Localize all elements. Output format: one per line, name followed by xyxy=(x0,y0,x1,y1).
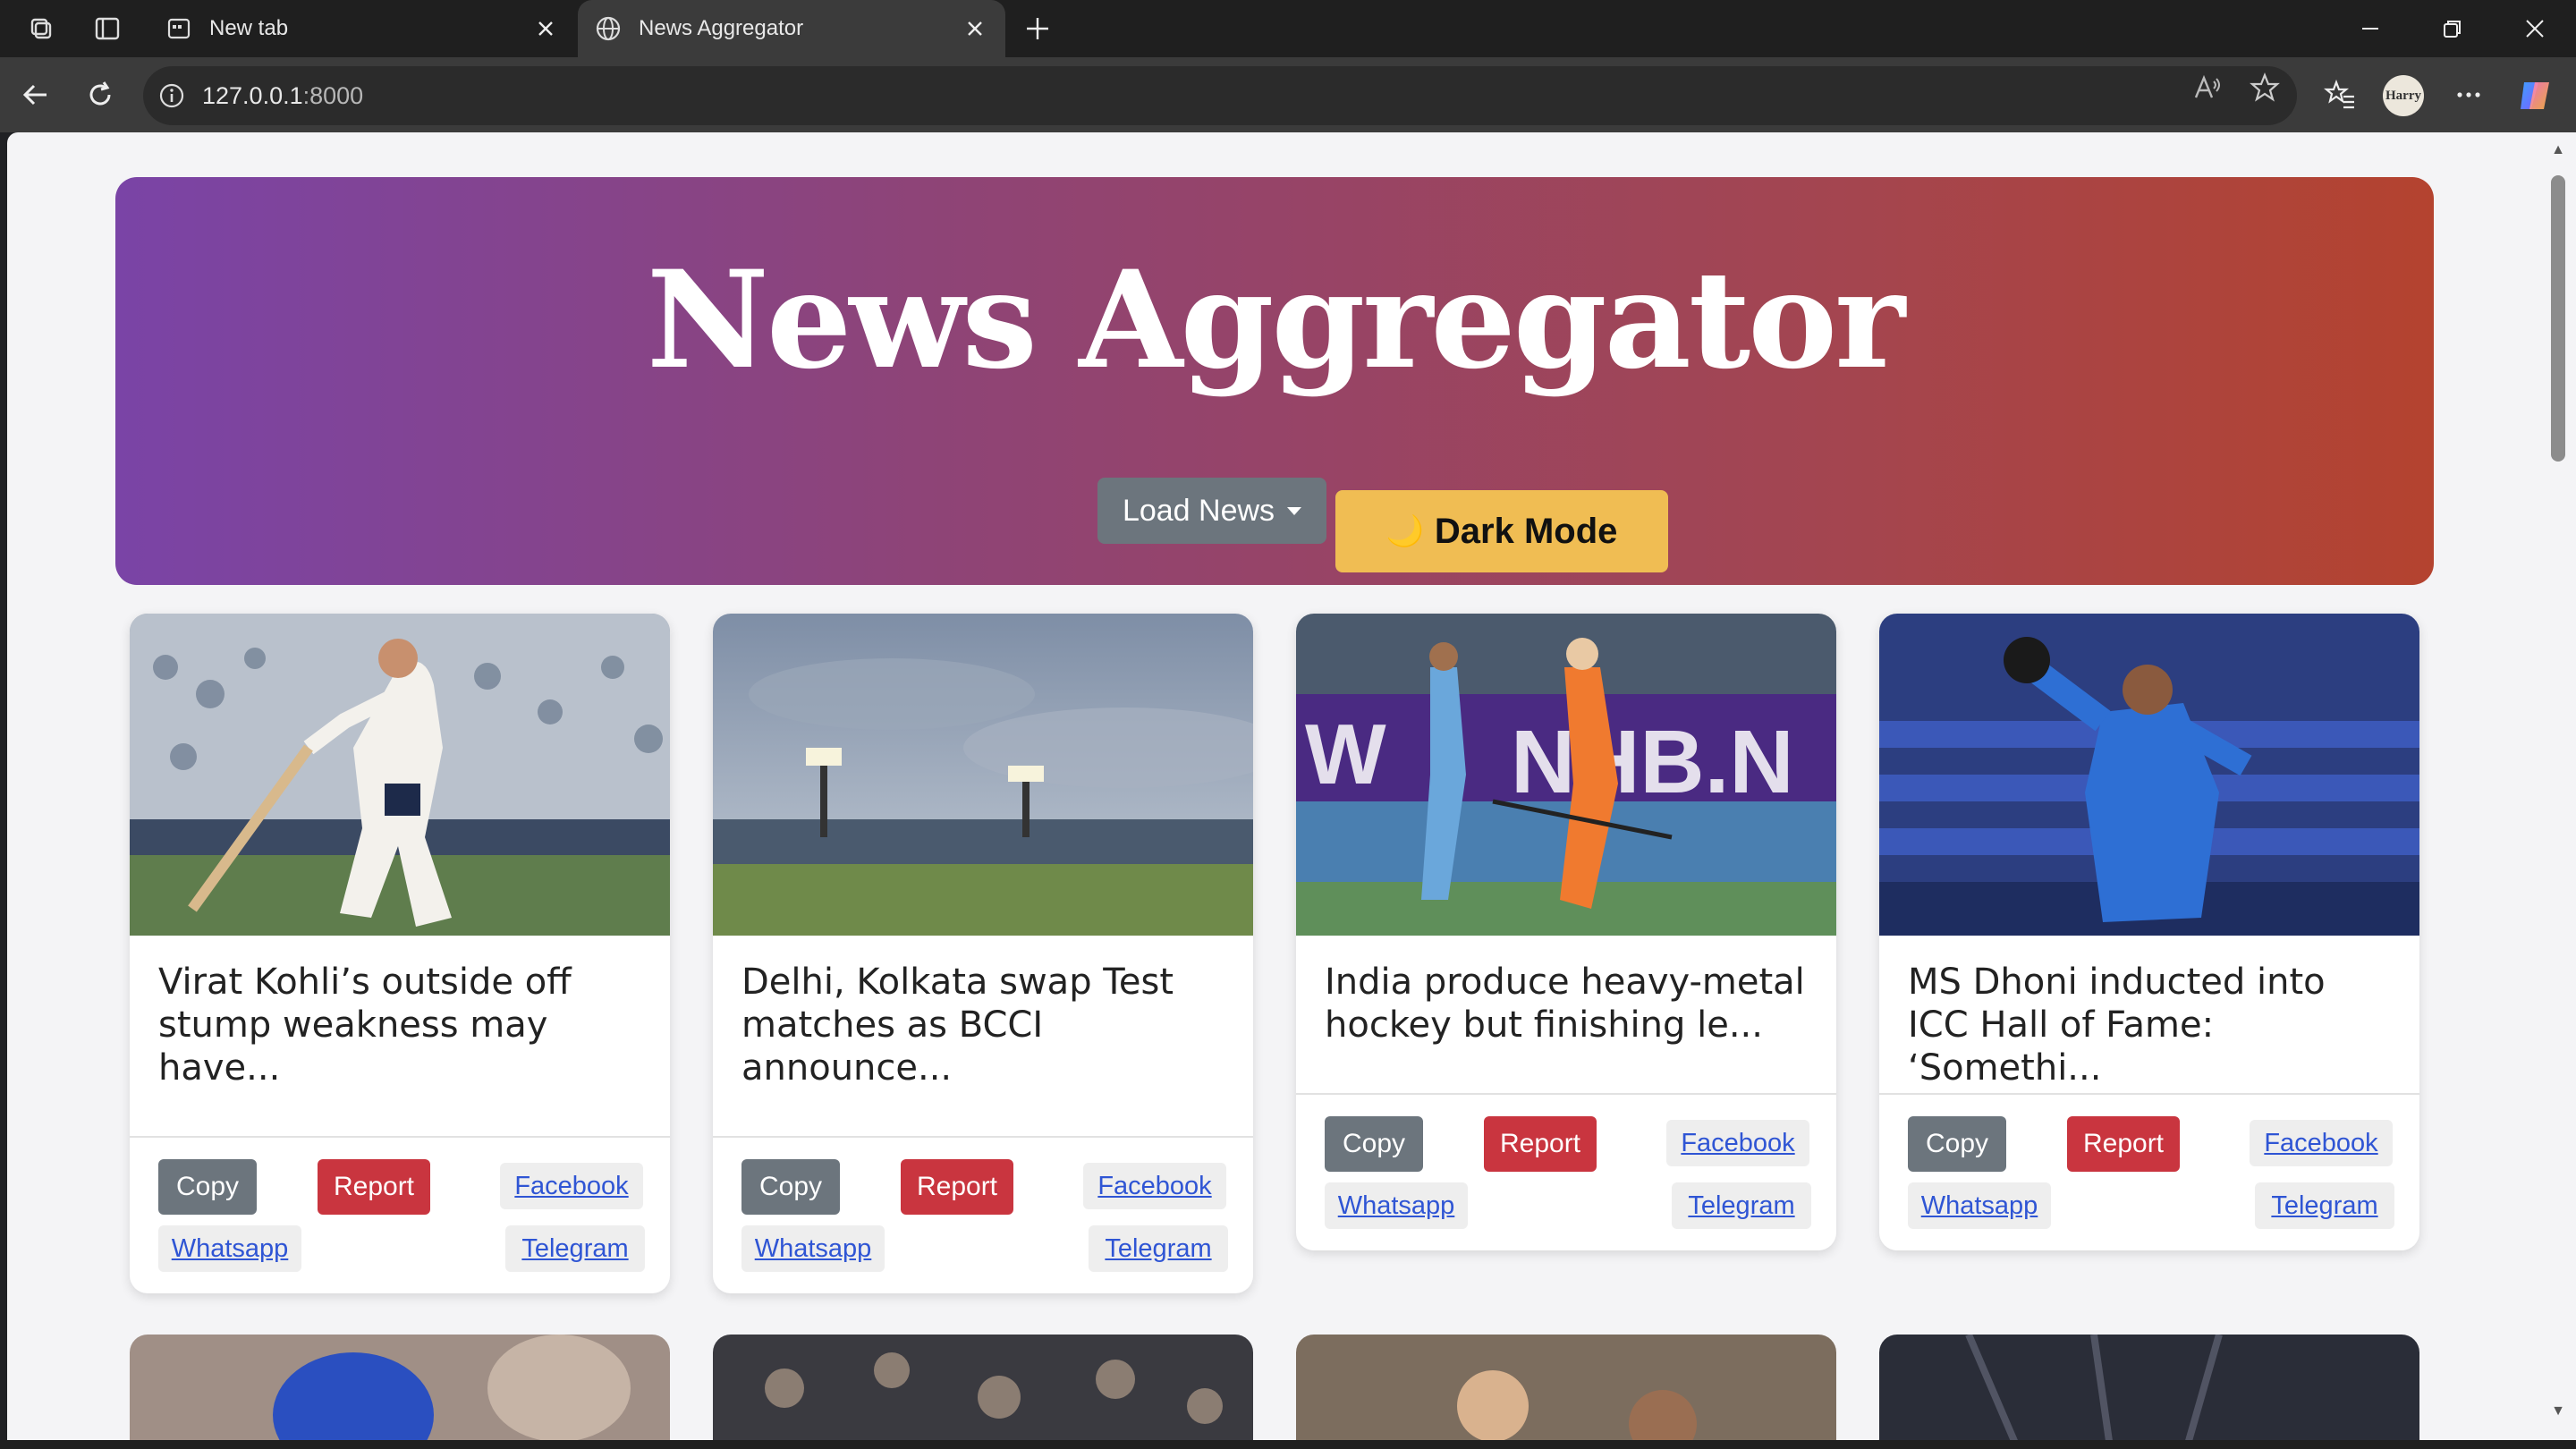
page-title: News Aggregator xyxy=(646,242,1905,399)
dark-mode-label: Dark Mode xyxy=(1434,511,1618,551)
news-card: MS Dhoni inducted into ICC Hall of Fame:… xyxy=(1879,614,2419,1250)
card-divider xyxy=(1296,1093,1836,1095)
card-divider xyxy=(713,1136,1253,1138)
tab-label: News Aggregator xyxy=(639,16,804,40)
news-card: W NHB.N India produce heavy-metal hockey… xyxy=(1296,614,1836,1250)
copy-button[interactable]: Copy xyxy=(158,1159,257,1215)
site-info-icon[interactable] xyxy=(156,80,188,112)
svg-text:W: W xyxy=(1305,707,1386,802)
news-title[interactable]: Delhi, Kolkata swap Test matches as BCCI… xyxy=(741,961,1224,1089)
telegram-link[interactable]: Telegram xyxy=(1089,1225,1228,1272)
close-window-icon[interactable] xyxy=(2508,11,2562,47)
dark-mode-button[interactable]: 🌙 Dark Mode xyxy=(1335,490,1668,572)
vertical-tabs-icon[interactable] xyxy=(91,13,123,45)
card-divider xyxy=(1879,1093,2419,1095)
report-button[interactable]: Report xyxy=(318,1159,430,1215)
address-bar[interactable]: 127.0.0.1:8000 xyxy=(143,66,2297,125)
restore-icon[interactable] xyxy=(2426,11,2479,47)
caret-down-icon xyxy=(1287,506,1302,515)
facebook-link[interactable]: Facebook xyxy=(1666,1120,1809,1166)
whatsapp-link[interactable]: Whatsapp xyxy=(1325,1182,1468,1229)
news-image-stadium[interactable] xyxy=(713,614,1253,936)
close-tab-icon[interactable] xyxy=(961,14,989,43)
url-port: :8000 xyxy=(302,81,364,109)
report-button[interactable]: Report xyxy=(2067,1116,2180,1172)
news-title[interactable]: Virat Kohli’s outside off stump weakness… xyxy=(158,961,641,1089)
whatsapp-link[interactable]: Whatsapp xyxy=(1908,1182,2051,1229)
workspaces-icon[interactable] xyxy=(25,13,57,45)
news-title[interactable]: India produce heavy-metal hockey but fin… xyxy=(1325,961,1808,1046)
back-arrow-icon[interactable] xyxy=(16,75,55,114)
tab-new-tab[interactable]: New tab xyxy=(148,0,576,57)
copy-button[interactable]: Copy xyxy=(741,1159,840,1215)
svg-text:NHB.N: NHB.N xyxy=(1511,712,1794,812)
report-button[interactable]: Report xyxy=(901,1159,1013,1215)
copy-button[interactable]: Copy xyxy=(1908,1116,2006,1172)
more-options-icon[interactable] xyxy=(2449,75,2488,114)
news-image-wicketkeeper[interactable] xyxy=(1879,614,2419,936)
close-tab-icon[interactable] xyxy=(531,14,560,43)
url-text: 127.0.0.1:8000 xyxy=(202,82,363,110)
reload-icon[interactable] xyxy=(80,75,120,114)
telegram-link[interactable]: Telegram xyxy=(2255,1182,2394,1229)
tab-news-aggregator[interactable]: News Aggregator xyxy=(578,0,1005,57)
load-news-dropdown[interactable]: Load News xyxy=(1097,478,1326,544)
news-card-image-partial[interactable] xyxy=(130,1335,670,1440)
browser-titlebar: New tab News Aggregator xyxy=(0,0,2576,57)
telegram-link[interactable]: Telegram xyxy=(1672,1182,1811,1229)
profile-avatar[interactable]: Harry xyxy=(2383,75,2424,116)
scroll-thumb[interactable] xyxy=(2551,175,2565,462)
copy-button[interactable]: Copy xyxy=(1325,1116,1423,1172)
news-card-image-partial[interactable] xyxy=(1296,1335,1836,1440)
card-divider xyxy=(130,1136,670,1138)
news-card: Virat Kohli’s outside off stump weakness… xyxy=(130,614,670,1293)
facebook-link[interactable]: Facebook xyxy=(1083,1163,1226,1209)
whatsapp-link[interactable]: Whatsapp xyxy=(158,1225,301,1272)
page-viewport: News Aggregator Load News 🌙 Dark Mode Vi… xyxy=(7,132,2540,1440)
globe-icon xyxy=(594,14,623,43)
whatsapp-link[interactable]: Whatsapp xyxy=(741,1225,885,1272)
news-image-cricket-batsman[interactable] xyxy=(130,614,670,936)
news-card: Delhi, Kolkata swap Test matches as BCCI… xyxy=(713,614,1253,1293)
page-scrollbar[interactable]: ▲ ▼ xyxy=(2540,132,2576,1449)
new-tab-plus-icon[interactable] xyxy=(1020,11,1055,47)
minimize-icon[interactable] xyxy=(2343,11,2397,47)
window-bottom-edge xyxy=(0,1440,2576,1449)
load-news-label: Load News xyxy=(1122,493,1275,528)
favorites-icon[interactable] xyxy=(2320,75,2360,114)
read-aloud-icon[interactable] xyxy=(2190,70,2225,106)
scroll-up-arrow-icon[interactable]: ▲ xyxy=(2549,141,2567,159)
telegram-link[interactable]: Telegram xyxy=(505,1225,645,1272)
copilot-icon[interactable] xyxy=(2515,75,2556,116)
scroll-down-arrow-icon[interactable]: ▼ xyxy=(2549,1402,2567,1420)
facebook-link[interactable]: Facebook xyxy=(2250,1120,2393,1166)
facebook-link[interactable]: Facebook xyxy=(500,1163,643,1209)
new-tab-page-icon xyxy=(165,14,193,43)
news-title[interactable]: MS Dhoni inducted into ICC Hall of Fame:… xyxy=(1908,961,2391,1089)
tab-label: New tab xyxy=(209,16,289,40)
browser-toolbar: 127.0.0.1:8000 Harry xyxy=(0,57,2576,132)
moon-icon: 🌙 xyxy=(1385,514,1424,548)
hero-banner: News Aggregator Load News 🌙 Dark Mode xyxy=(115,177,2434,585)
favorite-star-icon[interactable] xyxy=(2247,70,2283,106)
news-card-image-partial[interactable] xyxy=(1879,1335,2419,1440)
news-image-hockey[interactable]: W NHB.N xyxy=(1296,614,1836,936)
url-host: 127.0.0.1 xyxy=(202,81,303,109)
report-button[interactable]: Report xyxy=(1484,1116,1597,1172)
news-card-image-partial[interactable] xyxy=(713,1335,1253,1440)
